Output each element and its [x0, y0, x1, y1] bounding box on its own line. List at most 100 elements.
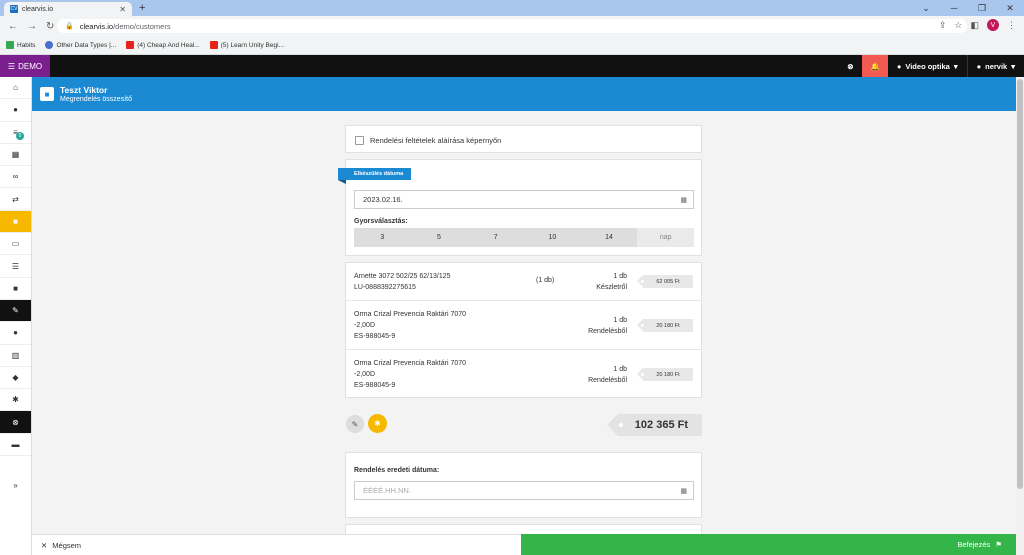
- star-icon[interactable]: ☆: [954, 20, 962, 31]
- sidebar-item-tags[interactable]: ◆: [0, 367, 31, 390]
- bookmark-cheap-healthy[interactable]: (4) Cheap And Heal...: [126, 41, 200, 49]
- sidebar-item-exchange[interactable]: ⇄: [0, 188, 31, 211]
- quick-option-7[interactable]: 7: [467, 228, 524, 247]
- calendar-icon[interactable]: ▦: [680, 487, 687, 495]
- page-header: ■ Teszt Viktor Megrendelés összesítő: [32, 77, 1016, 111]
- back-icon[interactable]: ←: [8, 21, 18, 32]
- cancel-button[interactable]: ✕ Mégsem: [32, 534, 521, 555]
- youtube-icon: [126, 41, 135, 49]
- finish-button[interactable]: Befejezés ⚑: [521, 534, 1016, 555]
- notifications-button[interactable]: 🔔: [862, 55, 888, 77]
- list-item: Orma Crizal Prevencia Raktári 7070 -2,00…: [346, 350, 701, 397]
- sidebar-item-service[interactable]: ✎: [0, 299, 31, 323]
- price-tag: 20 180 Ft: [637, 368, 693, 381]
- sidebar-item-building[interactable]: ▥: [0, 345, 31, 367]
- item-name: Arnette 3072 502/25 62/13/125 LU-0888392…: [354, 273, 451, 291]
- quick-select-group: 3 5 7 10 14 nap: [354, 228, 695, 247]
- bookmark-learn-unity[interactable]: (5) Learn Unity Begi...: [209, 41, 284, 49]
- brand-menu-button[interactable]: ☰ DEMO: [0, 55, 50, 77]
- item-qty: 1 db Rendelésből: [588, 317, 627, 335]
- share-icon[interactable]: ⇪: [939, 20, 947, 31]
- sidebar-expand-button[interactable]: »: [0, 474, 31, 496]
- forward-icon[interactable]: →: [27, 21, 37, 32]
- store-dropdown[interactable]: ● Video optika ▾: [888, 55, 967, 77]
- sidebar-item-person[interactable]: ●: [0, 322, 31, 345]
- quick-option-14[interactable]: 14: [581, 228, 638, 247]
- user-icon: ●: [13, 105, 18, 115]
- signature-checkbox-row[interactable]: Rendelési feltételek aláírása képernyőn: [346, 126, 701, 154]
- price-tag: 20 180 Ft: [637, 319, 693, 332]
- bookmark-habits[interactable]: Habits: [6, 41, 35, 49]
- close-circle-button[interactable]: ⊗: [838, 55, 862, 77]
- bookmark-data-types[interactable]: Other Data Types |...: [45, 41, 116, 49]
- close-window-icon[interactable]: ✕: [996, 3, 1024, 14]
- map-marker-icon: ●: [896, 61, 902, 71]
- order-date-placeholder: ÉÉÉÉ.HH.NN.: [363, 486, 411, 495]
- bag-icon: ■: [13, 216, 18, 226]
- calendar-icon[interactable]: ▦: [680, 196, 687, 204]
- url-input[interactable]: 🔒 clearvis.io/demo/customers: [57, 19, 967, 33]
- list-icon: ☰: [11, 261, 20, 271]
- sidebar-item-home[interactable]: ⌂: [0, 77, 31, 100]
- store-label: Video optika: [905, 61, 950, 71]
- sidebar-item-close[interactable]: ⊗: [0, 411, 31, 434]
- signature-checkbox[interactable]: [355, 135, 364, 145]
- sidebar: ⌂ ● ≡ 0 ▦ ∞ ⇄ ■ ▭ ☰ ■ ✎ ● ▥ ◆ ✱ ⊗ ▬ »: [0, 77, 32, 555]
- cancel-label: Mégsem: [52, 540, 82, 550]
- profile-avatar[interactable]: V: [987, 19, 999, 31]
- url-path: /demo/customers: [113, 21, 171, 31]
- quick-option-3[interactable]: 3: [354, 228, 411, 247]
- user-dropdown[interactable]: ● nervik ▾: [966, 55, 1024, 77]
- close-circle-icon: ⊗: [847, 61, 854, 71]
- sidebar-item-tasks[interactable]: ≡ 0: [0, 122, 31, 144]
- edit-button[interactable]: ✎: [346, 415, 364, 433]
- menu-dots-icon[interactable]: ⋮: [1007, 20, 1016, 31]
- close-tab-icon[interactable]: ✕: [119, 5, 126, 14]
- page-subtitle: Megrendelés összesítő: [60, 95, 132, 103]
- new-tab-button[interactable]: +: [139, 2, 145, 14]
- favicon-icon: CV: [10, 5, 18, 13]
- sidepanel-icon[interactable]: ◧: [970, 20, 979, 31]
- sidebar-item-orders[interactable]: ■: [0, 210, 31, 234]
- minimize-icon[interactable]: ─: [940, 3, 968, 13]
- user-label: nervik: [985, 61, 1008, 71]
- page-scrollbar[interactable]: [1016, 77, 1024, 555]
- chevron-down-icon[interactable]: ⌄: [912, 3, 940, 14]
- customer-name: Teszt Viktor: [60, 84, 108, 95]
- sidebar-item-calendar[interactable]: ▦: [0, 144, 31, 167]
- restore-icon[interactable]: ❐: [968, 3, 996, 14]
- reload-icon[interactable]: ↻: [46, 21, 54, 32]
- sidebar-item-customers[interactable]: ●: [0, 99, 31, 122]
- browser-chrome: CV clearvis.io ✕ + ⌄ ─ ❐ ✕ ← → ↻ 🔒 clear…: [0, 0, 1024, 55]
- item-name: Orma Crizal Prevencia Raktári 7070 -2,00…: [354, 311, 467, 340]
- scrollbar-thumb[interactable]: [1017, 79, 1023, 489]
- hamburger-icon: ☰: [7, 61, 16, 71]
- url-host: clearvis.io: [79, 21, 114, 31]
- tab-bar: CV clearvis.io ✕ + ⌄ ─ ❐ ✕: [0, 0, 1024, 16]
- sidebar-item-list[interactable]: ☰: [0, 255, 31, 278]
- building-icon: ▥: [11, 350, 20, 360]
- order-date-input[interactable]: ÉÉÉÉ.HH.NN. ▦: [354, 481, 694, 500]
- caret-down-icon: ▾: [1011, 61, 1015, 71]
- sidebar-item-glasses[interactable]: ∞: [0, 166, 31, 189]
- list-item: Arnette 3072 502/25 62/13/125 LU-0888392…: [346, 263, 701, 301]
- address-bar-row: ← → ↻ 🔒 clearvis.io/demo/customers ⇪ ☆ ◧…: [0, 16, 1024, 36]
- sidebar-item-book[interactable]: ▬: [0, 434, 31, 457]
- sidebar-item-briefcase[interactable]: ■: [0, 278, 31, 300]
- sidebar-item-settings[interactable]: ✱: [0, 389, 31, 412]
- person-icon: ●: [13, 328, 18, 338]
- book-icon: ▬: [11, 439, 20, 449]
- settings-button[interactable]: ✱: [368, 414, 387, 433]
- tab-title: clearvis.io: [22, 5, 54, 13]
- quick-option-5[interactable]: 5: [411, 228, 468, 247]
- quick-unit: nap: [637, 228, 695, 247]
- order-date-label: Rendelés eredeti dátuma:: [354, 467, 440, 474]
- deadline-date-input[interactable]: 2023.02.16. ▦: [354, 190, 694, 209]
- sidebar-item-money[interactable]: ▭: [0, 233, 31, 256]
- caret-down-icon: ▾: [953, 61, 958, 71]
- quick-select-label: Gyorsválasztás:: [354, 218, 408, 225]
- browser-tab[interactable]: CV clearvis.io ✕: [4, 2, 132, 16]
- cog-icon: ✱: [374, 419, 381, 428]
- quick-option-10[interactable]: 10: [524, 228, 581, 247]
- habits-icon: [6, 41, 14, 49]
